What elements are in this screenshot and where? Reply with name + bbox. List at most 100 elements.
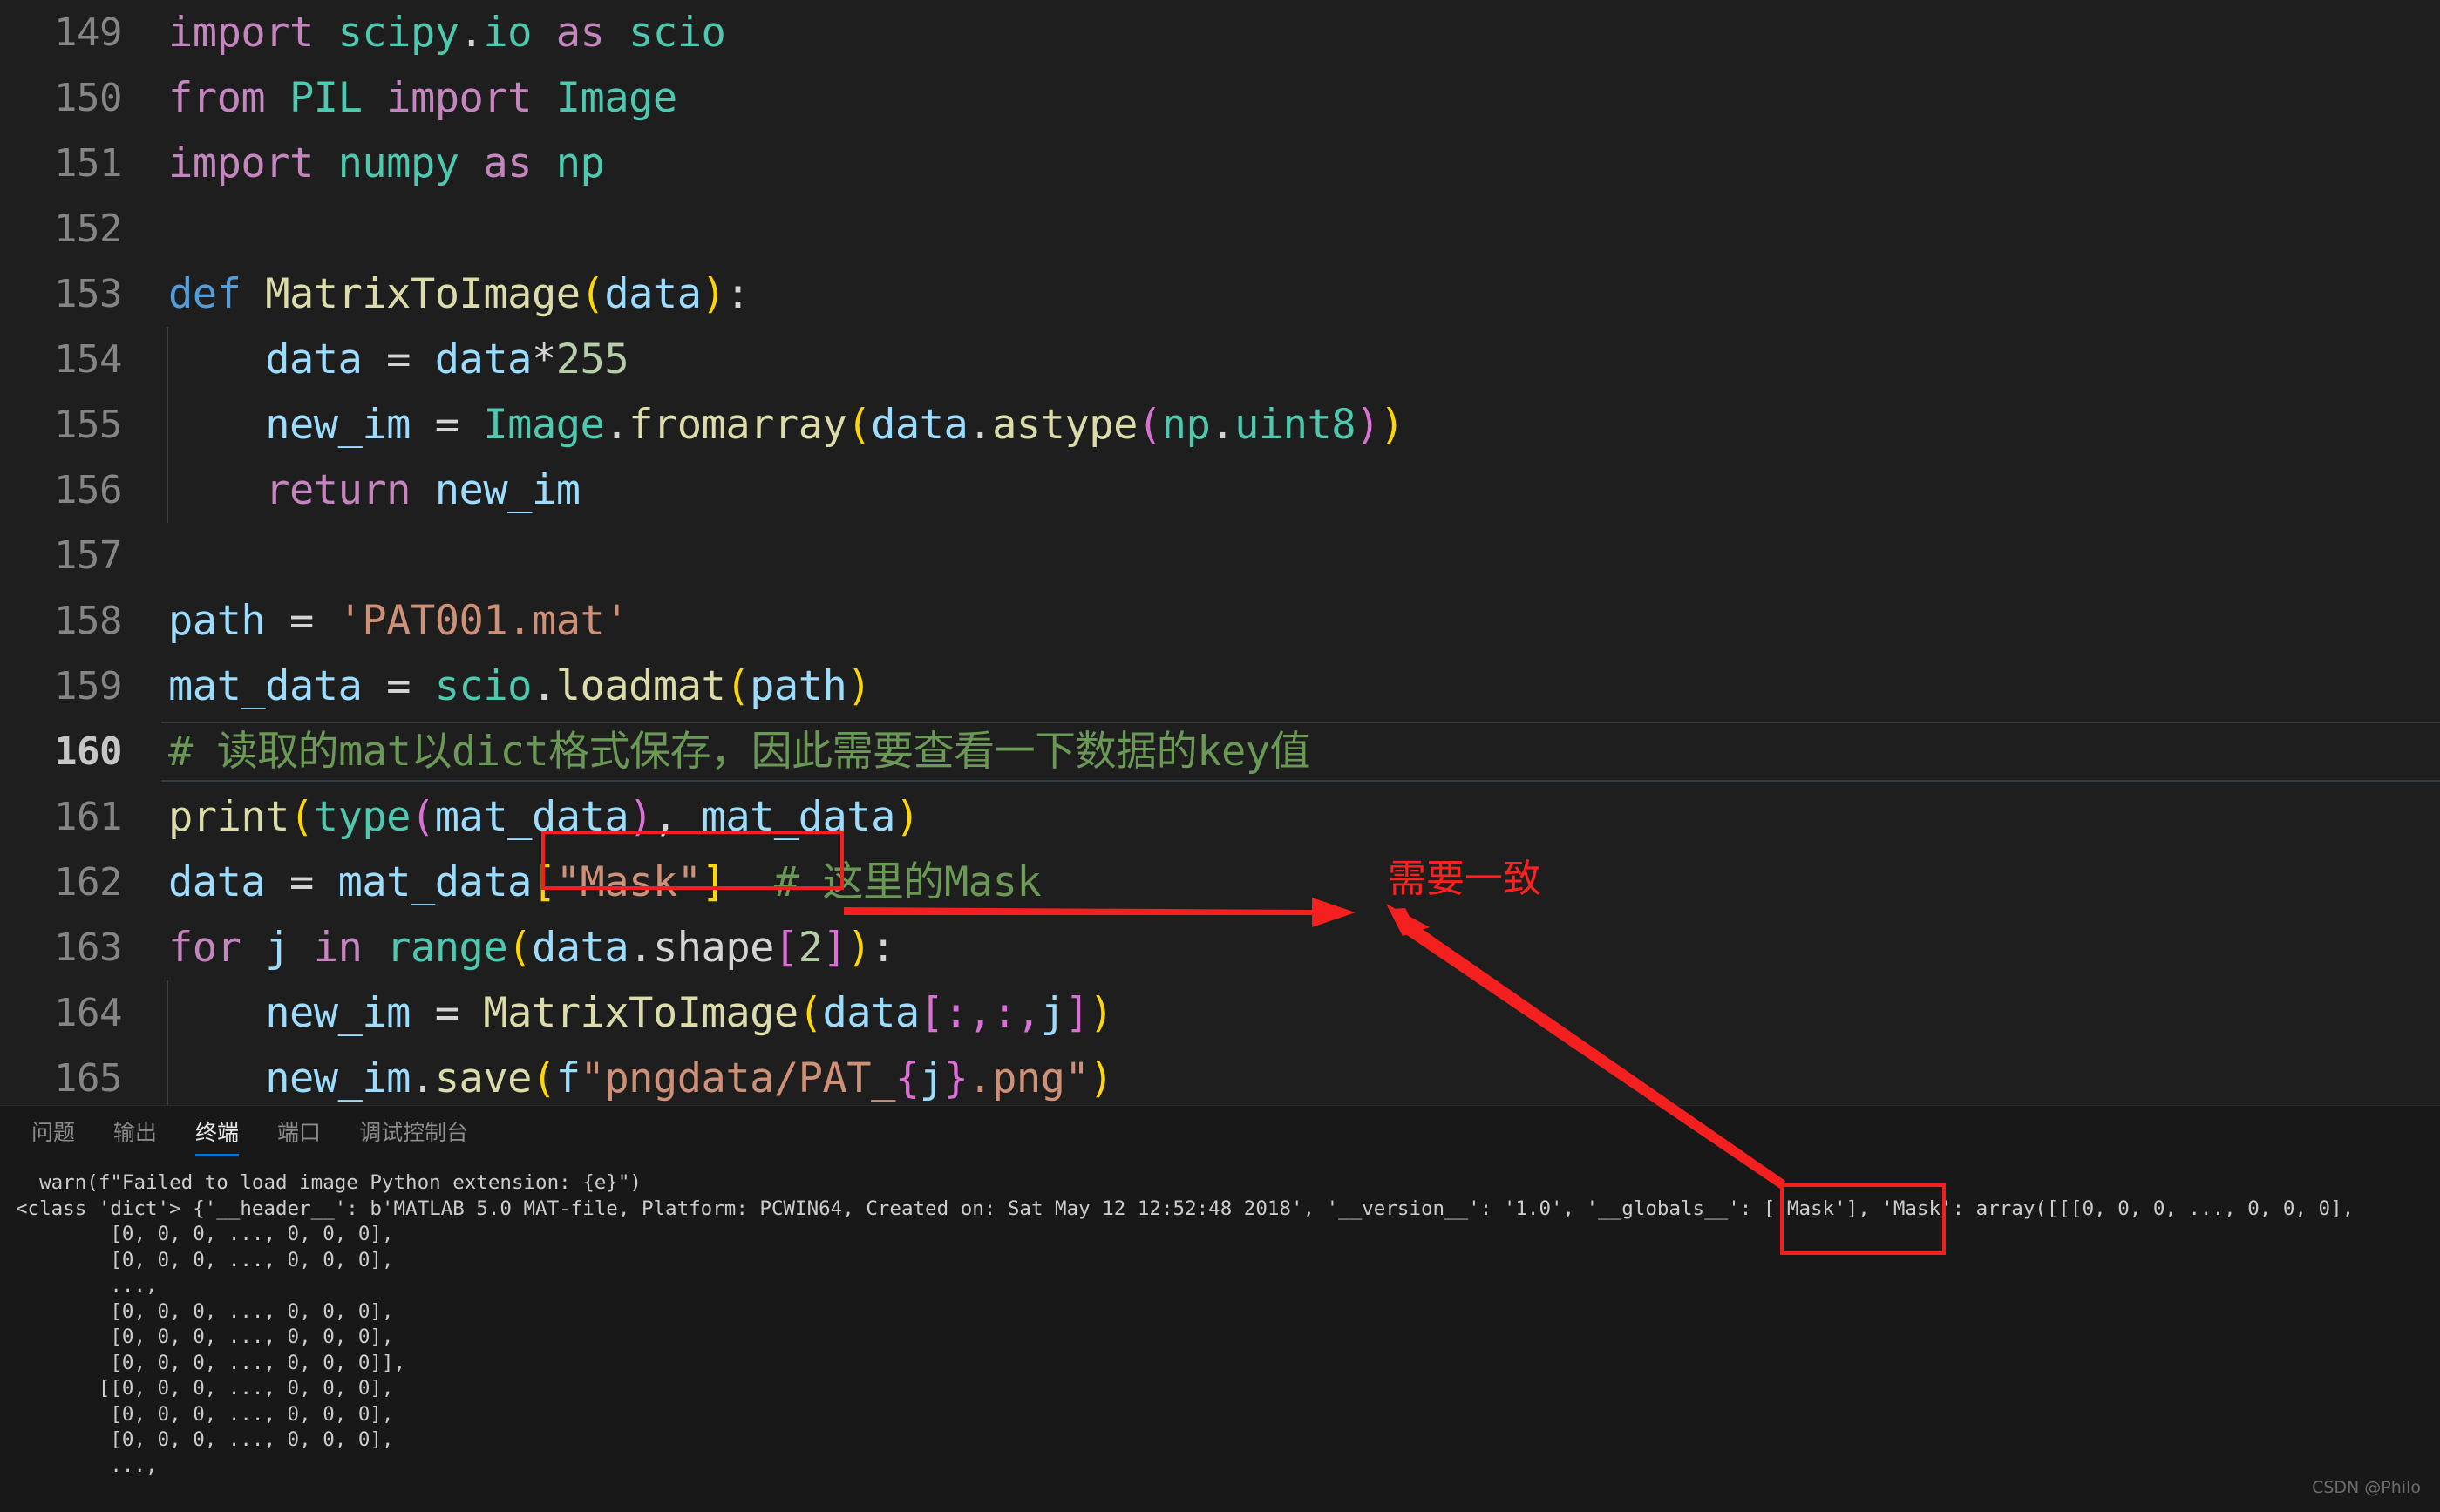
- code-token: astype: [992, 401, 1138, 449]
- code-token: io: [483, 9, 532, 57]
- terminal-line: [[0, 0, 0, ..., 0, 0, 0],: [16, 1377, 394, 1400]
- code-line[interactable]: 154 data = data*255: [0, 327, 2440, 392]
- code-token: =: [289, 597, 314, 645]
- code-token: data: [434, 336, 533, 383]
- code-token: mat_data: [337, 858, 533, 906]
- code-token: MatrixToImage: [483, 989, 799, 1037]
- code-token: mat_data: [168, 662, 363, 710]
- code-line[interactable]: 153 def MatrixToImage(data):: [0, 261, 2440, 327]
- code-token: =: [386, 336, 411, 383]
- code-line[interactable]: 156 return new_im: [0, 458, 2440, 523]
- code-token: in: [313, 924, 363, 972]
- code-token: .: [1210, 401, 1235, 449]
- code-token: (: [507, 924, 532, 972]
- code-token: :,:,: [943, 989, 1042, 1037]
- terminal-line: [0, 0, 0, ..., 0, 0, 0],: [16, 1402, 394, 1426]
- code-token: save: [434, 1054, 533, 1102]
- code-token: "pngdata/PAT_: [580, 1054, 896, 1102]
- terminal-line: ...,: [16, 1454, 158, 1477]
- code-token: [: [773, 924, 799, 972]
- code-token: scio: [434, 662, 533, 710]
- code-line[interactable]: 165 new_im.save(f"pngdata/PAT_{j}.png"): [0, 1046, 2440, 1105]
- watermark: CSDN @Philo: [2312, 1478, 2421, 1497]
- code-token: np: [555, 139, 605, 187]
- code-token: (: [580, 270, 605, 318]
- code-line[interactable]: 152: [0, 196, 2440, 261]
- code-token: fromarray: [629, 401, 847, 449]
- code-token: print: [168, 793, 289, 841]
- terminal-line: [0, 0, 0, ..., 0, 0, 0],: [16, 1223, 394, 1245]
- panel-tab-3[interactable]: 端口: [258, 1106, 340, 1160]
- code-line[interactable]: 149 import scipy.io as scio: [0, 0, 2440, 65]
- line-number: 154: [54, 337, 122, 382]
- code-token: data: [168, 858, 266, 906]
- code-token: return: [265, 466, 411, 514]
- code-token: loadmat: [555, 662, 726, 710]
- code-line[interactable]: 150 from PIL import Image: [0, 65, 2440, 131]
- code-line[interactable]: 157: [0, 523, 2440, 588]
- code-token: (: [725, 662, 751, 710]
- code-line[interactable]: 162 data = mat_data["Mask"] # 这里的Mask: [0, 850, 2440, 915]
- code-token: # 这里的Mask: [773, 858, 1042, 906]
- code-line[interactable]: 163 for j in range(data.shape[2]):: [0, 915, 2440, 980]
- code-text: data = data*255: [168, 327, 629, 392]
- code-text: for j in range(data.shape[2]):: [168, 915, 895, 980]
- code-token: PIL: [289, 74, 363, 122]
- line-number: 152: [54, 207, 122, 251]
- code-token: mat_data: [434, 793, 629, 841]
- line-number: 159: [54, 664, 122, 709]
- line-number: 163: [54, 926, 122, 970]
- code-token: new_im: [265, 401, 411, 449]
- line-number: 156: [54, 468, 122, 512]
- code-token: shape: [652, 924, 774, 972]
- panel-tab-2[interactable]: 终端: [176, 1106, 258, 1160]
- code-editor[interactable]: 149 import scipy.io as scio 150 from PIL im…: [0, 0, 2440, 1105]
- terminal-output[interactable]: warn(f"Failed to load image Python exten…: [0, 1160, 2440, 1512]
- code-token: (: [846, 401, 872, 449]
- code-token: data: [604, 270, 702, 318]
- code-token: ): [846, 924, 872, 972]
- code-token: as: [555, 9, 605, 57]
- code-line[interactable]: 159 mat_data = scio.loadmat(path): [0, 654, 2440, 719]
- code-line[interactable]: 158 path = 'PAT001.mat': [0, 588, 2440, 654]
- panel-tab-1[interactable]: 输出: [94, 1106, 176, 1160]
- line-number: 162: [54, 860, 122, 905]
- code-text: return new_im: [168, 458, 581, 523]
- code-token: scipy: [337, 9, 459, 57]
- code-line[interactable]: 151 import numpy as np: [0, 131, 2440, 196]
- code-token: ): [894, 793, 920, 841]
- code-token: from: [168, 74, 266, 122]
- code-line[interactable]: 160 # 读取的mat以dict格式保存，因此需要查看一下数据的key值: [0, 719, 2440, 784]
- line-number: 151: [54, 141, 122, 186]
- terminal-line: [0, 0, 0, ..., 0, 0, 0],: [16, 1428, 394, 1451]
- code-line[interactable]: 155 new_im = Image.fromarray(data.astype…: [0, 392, 2440, 458]
- terminal-line: [0, 0, 0, ..., 0, 0, 0],: [16, 1326, 394, 1348]
- panel-tab-0[interactable]: 问题: [12, 1106, 94, 1160]
- code-token: f: [555, 1054, 581, 1102]
- code-token: as: [483, 139, 532, 187]
- code-line[interactable]: 164 new_im = MatrixToImage(data[:,:,j]): [0, 980, 2440, 1046]
- code-token: }: [943, 1054, 969, 1102]
- terminal-line: [0, 0, 0, ..., 0, 0, 0],: [16, 1248, 394, 1271]
- code-line[interactable]: 161 print(type(mat_data), mat_data): [0, 784, 2440, 850]
- code-token: .: [629, 924, 653, 972]
- line-number: 155: [54, 403, 122, 447]
- panel-tab-4[interactable]: 调试控制台: [340, 1106, 487, 1160]
- code-token: import: [386, 74, 532, 122]
- line-number: 149: [54, 10, 122, 55]
- line-number: 153: [54, 272, 122, 316]
